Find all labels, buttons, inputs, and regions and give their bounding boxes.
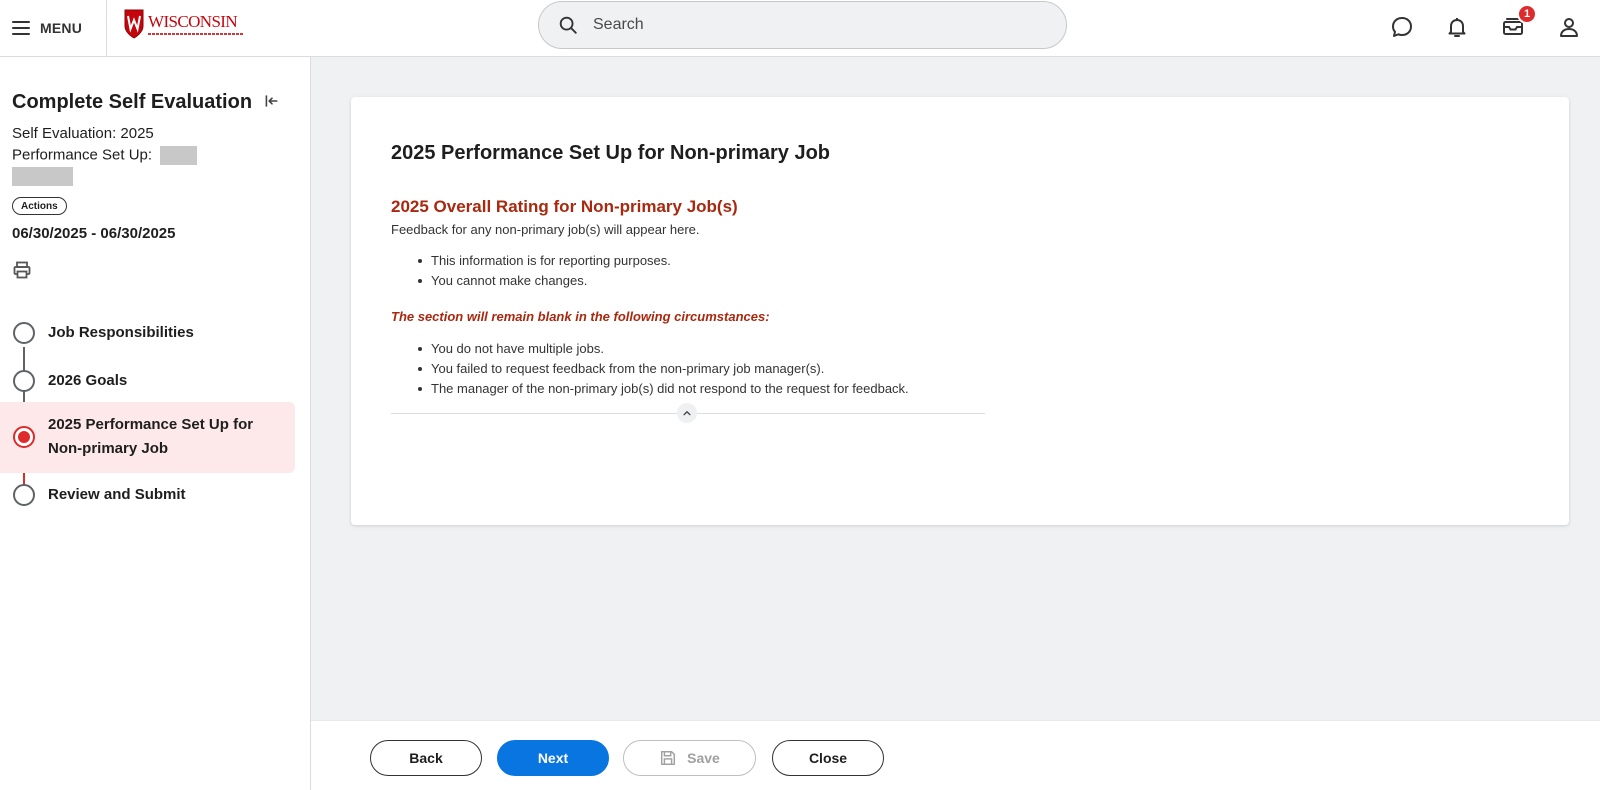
- wisconsin-logo[interactable]: WISCONSIN: [123, 8, 244, 40]
- print-icon[interactable]: [12, 260, 32, 280]
- search-bar[interactable]: [538, 1, 1067, 49]
- performance-setup-label: Performance Set Up:: [12, 146, 153, 164]
- step-status-circle: [13, 370, 35, 392]
- list-item: You do not have multiple jobs.: [391, 339, 909, 359]
- menu-label: MENU: [40, 20, 83, 36]
- performance-setup-row: Performance Set Up:: [12, 146, 198, 165]
- save-label: Save: [687, 750, 720, 766]
- save-icon: [661, 750, 676, 766]
- step-review-and-submit[interactable]: Review and Submit: [0, 477, 295, 525]
- list-item: This information is for reporting purpos…: [391, 251, 671, 271]
- task-sidebar: Complete Self Evaluation Self Evaluation…: [0, 57, 311, 790]
- search-input[interactable]: [593, 16, 1013, 34]
- close-button[interactable]: Close: [772, 740, 884, 776]
- step-status-circle: [13, 484, 35, 506]
- content-card: 2025 Performance Set Up for Non-primary …: [351, 97, 1569, 525]
- circumstances-list: You do not have multiple jobs. You faile…: [391, 339, 909, 399]
- chat-icon: [1392, 17, 1412, 37]
- inbox-badge: 1: [1517, 4, 1537, 24]
- collapse-panel-button[interactable]: [262, 91, 282, 111]
- step-status-circle: [13, 322, 35, 344]
- save-button[interactable]: Save: [623, 740, 756, 776]
- step-status-circle-current: [13, 426, 35, 448]
- crest-icon: [124, 9, 144, 39]
- page-title: 2025 Performance Set Up for Non-primary …: [391, 142, 831, 164]
- profile-button[interactable]: [1555, 13, 1583, 41]
- chevron-up-icon: [683, 411, 691, 416]
- blank-circumstances-warning: The section will remain blank in the fol…: [391, 309, 770, 324]
- list-item: You cannot make changes.: [391, 271, 671, 291]
- step-performance-setup[interactable]: 2025 Performance Set Up for Non-primary …: [0, 402, 295, 473]
- menu-button[interactable]: MENU: [12, 14, 82, 42]
- step-label: Review and Submit: [48, 486, 186, 503]
- list-item: The manager of the non-primary job(s) di…: [391, 379, 909, 399]
- collapse-panel-icon: [265, 95, 278, 107]
- sidebar-title: Complete Self Evaluation: [12, 91, 253, 113]
- logo-wordmark: WISCONSIN: [148, 12, 238, 31]
- notifications-button[interactable]: [1443, 13, 1471, 41]
- menu-icon: [12, 21, 30, 35]
- search-icon: [559, 16, 577, 34]
- section-heading: 2025 Overall Rating for Non-primary Job(…: [391, 197, 738, 216]
- redacted-name-part: [160, 146, 198, 165]
- next-button[interactable]: Next: [497, 740, 609, 776]
- list-item: You failed to request feedback from the …: [391, 359, 909, 379]
- header-divider: [106, 0, 107, 57]
- self-evaluation-label: Self Evaluation: 2025: [12, 125, 154, 142]
- logo-subtitle-mark: [148, 33, 244, 35]
- step-2026-goals[interactable]: 2026 Goals: [0, 357, 295, 405]
- bell-icon: [1448, 18, 1466, 37]
- step-job-responsibilities[interactable]: Job Responsibilities: [0, 309, 295, 357]
- user-icon: [1560, 18, 1578, 37]
- top-header: MENU WISCONSIN 1: [0, 0, 1600, 57]
- step-label: Job Responsibilities: [48, 324, 194, 341]
- actions-button[interactable]: Actions: [12, 197, 67, 215]
- action-footer: Back Next Save Close: [311, 720, 1600, 790]
- back-button[interactable]: Back: [370, 740, 482, 776]
- step-label: 2026 Goals: [48, 372, 128, 389]
- chat-button[interactable]: [1388, 13, 1416, 41]
- redacted-name-part-2: [12, 167, 73, 186]
- date-range: 06/30/2025 - 06/30/2025: [12, 225, 176, 242]
- info-list: This information is for reporting purpos…: [391, 251, 671, 291]
- step-label: 2025 Performance Set Up for Non-primary …: [48, 416, 254, 457]
- inbox-button[interactable]: 1: [1499, 4, 1537, 41]
- section-collapse-button[interactable]: [677, 403, 697, 423]
- feedback-note: Feedback for any non-primary job(s) will…: [391, 222, 700, 237]
